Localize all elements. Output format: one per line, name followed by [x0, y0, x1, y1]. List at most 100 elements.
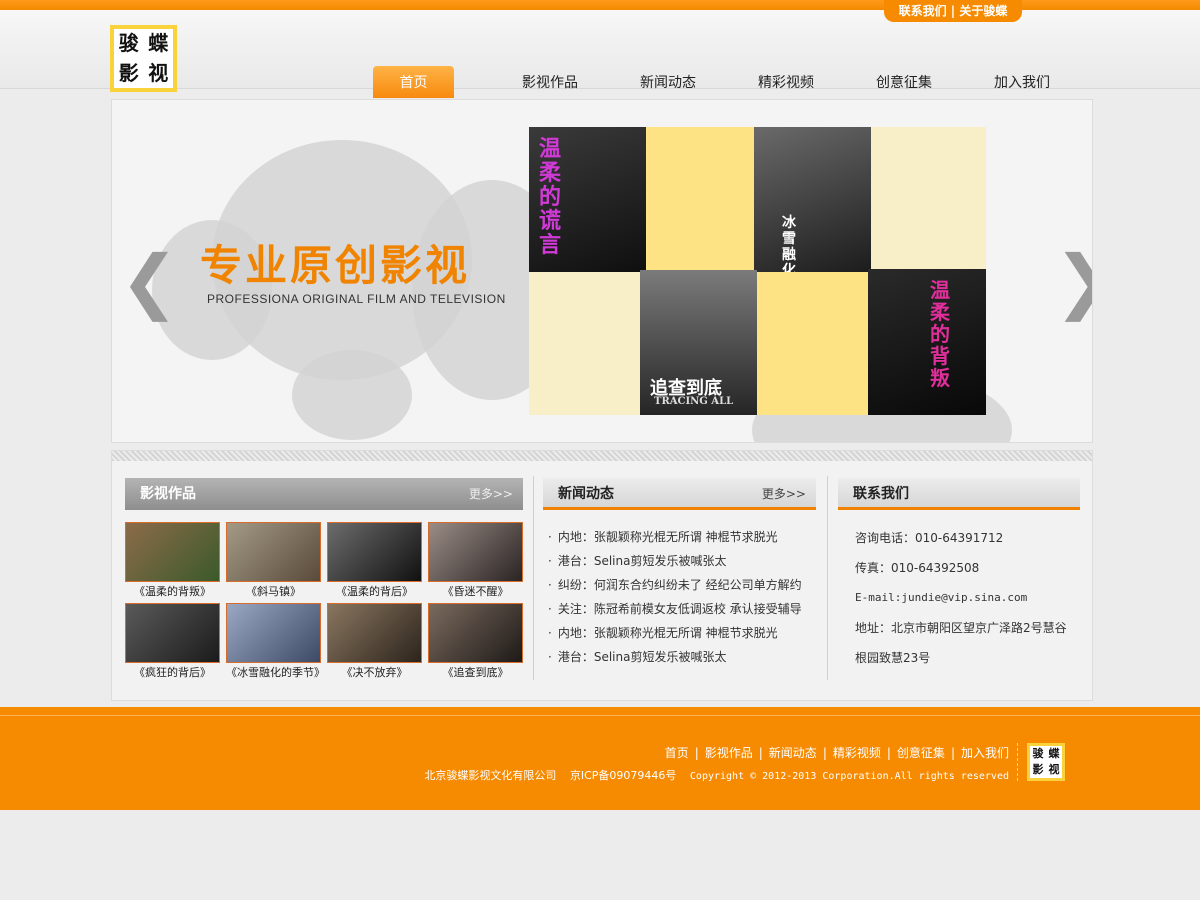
- footer-logo[interactable]: 骏 蝶 影 视: [1027, 743, 1065, 781]
- banner-subtitle: PROFESSIONA ORIGINAL FILM AND TELEVISION: [207, 292, 506, 306]
- news-more-link[interactable]: 更多>>: [762, 478, 806, 510]
- banner-tile: [757, 272, 868, 415]
- film-item[interactable]: 《温柔的背叛》: [125, 522, 220, 601]
- film-item[interactable]: 《疯狂的背后》: [125, 603, 220, 682]
- news-item-text: 纠纷：何润东合约纠纷未了 经纪公司单方解约: [557, 578, 802, 592]
- column-divider: [533, 476, 534, 680]
- banner-prev-arrow[interactable]: ❮: [120, 240, 179, 322]
- news-item[interactable]: · 港台：Selina剪短发乐被喊张太: [548, 645, 818, 669]
- banner-tile: [646, 127, 754, 272]
- contact-address: 地址：北京市朝阳区望京广泽路2号慧谷: [855, 621, 1067, 635]
- news-item-text: 内地：张靓颖称光棍无所谓 神棍节求脱光: [557, 530, 778, 544]
- news-item[interactable]: · 内地：张靓颖称光棍无所谓 神棍节求脱光: [548, 525, 818, 549]
- ink-splash: [292, 350, 412, 440]
- footer-logo-characters: 骏 蝶 影 视: [1030, 746, 1062, 778]
- bullet: ·: [548, 650, 552, 664]
- contact-us-link[interactable]: 联系我们: [899, 4, 947, 18]
- news-item[interactable]: · 关注：陈冠希前模女友低调返校 承认接受辅导: [548, 597, 818, 621]
- film-thumbnail: [226, 522, 321, 582]
- footer-link-news[interactable]: 新闻动态: [769, 746, 817, 760]
- decorative-stripe: [112, 451, 1092, 461]
- bullet: ·: [548, 602, 552, 616]
- footer-link-films[interactable]: 影视作品: [705, 746, 753, 760]
- footer-separator: |: [822, 746, 827, 760]
- news-item[interactable]: · 纠纷：何润东合约纠纷未了 经纪公司单方解约: [548, 573, 818, 597]
- film-caption: 《冰雪融化的季节》: [226, 666, 325, 679]
- contact-email[interactable]: E-mail:jundie@vip.sina.com: [855, 583, 1085, 613]
- contact-title: 联系我们: [853, 486, 909, 502]
- contact-phone: 咨询电话：010-64391712: [855, 531, 1004, 545]
- main-nav: 首页 影视作品 新闻动态 精彩视频 创意征集 加入我们: [373, 66, 1081, 98]
- logo-char: 影: [1032, 763, 1044, 776]
- film-caption: 《追查到底》: [442, 666, 509, 679]
- poster-image[interactable]: 温柔的背叛: [868, 269, 986, 415]
- top-links: 联系我们 | 关于骏蝶: [884, 0, 1022, 22]
- banner-next-arrow[interactable]: ❯: [1054, 240, 1092, 322]
- news-title: 新闻动态: [558, 486, 614, 502]
- bullet: ·: [548, 530, 552, 544]
- about-link[interactable]: 关于骏蝶: [959, 4, 1007, 18]
- hero-banner: ❮ ❯ 专业原创影视 PROFESSIONA ORIGINAL FILM AND…: [111, 99, 1093, 443]
- footer-link-join[interactable]: 加入我们: [961, 746, 1009, 760]
- film-caption: 《温柔的背叛》: [134, 585, 211, 598]
- logo-characters: 骏 蝶 影 视: [114, 29, 173, 88]
- poster-mosaic: 温柔的谎言 冰雪融化 追查到底 TRACING ALL 温柔的背叛: [529, 127, 986, 415]
- film-thumbnail: [428, 522, 523, 582]
- footer-separator: |: [694, 746, 699, 760]
- nav-join[interactable]: 加入我们: [963, 66, 1081, 98]
- film-thumbnail: [226, 603, 321, 663]
- film-item[interactable]: 《温柔的背后》: [327, 522, 422, 601]
- banner-tile: [529, 272, 640, 415]
- logo-char: 视: [148, 60, 169, 85]
- film-item[interactable]: 《决不放弃》: [327, 603, 422, 682]
- bullet: ·: [548, 626, 552, 640]
- header: 骏 蝶 影 视 首页 影视作品 新闻动态 精彩视频 创意征集 加入我们: [0, 10, 1200, 98]
- logo-char: 骏: [1032, 747, 1044, 760]
- films-more-link[interactable]: 更多>>: [469, 478, 513, 510]
- content-panel: 影视作品 更多>> 《温柔的背叛》 《斜马镇》 《温柔的背后》 《昏迷不醒》 《…: [111, 450, 1093, 701]
- company-name: 北京骏蝶影视文化有限公司: [424, 769, 557, 782]
- films-title: 影视作品: [140, 486, 196, 502]
- film-item[interactable]: 《斜马镇》: [226, 522, 321, 601]
- nav-films[interactable]: 影视作品: [491, 66, 609, 98]
- poster-title: 温柔的谎言: [539, 136, 562, 258]
- banner-title: 专业原创影视: [200, 241, 471, 290]
- site-logo[interactable]: 骏 蝶 影 视: [110, 25, 177, 92]
- footer-divider-line: [0, 715, 1200, 716]
- news-item-text: 港台：Selina剪短发乐被喊张太: [557, 650, 727, 664]
- news-item[interactable]: · 内地：张靓颖称光棍无所谓 神棍节求脱光: [548, 621, 818, 645]
- logo-char: 蝶: [1048, 747, 1060, 760]
- footer: 首页 | 影视作品 | 新闻动态 | 精彩视频 | 创意征集 | 加入我们 北京骏蝶影视文化有限公司…: [0, 707, 1200, 810]
- footer-link-videos[interactable]: 精彩视频: [833, 746, 881, 760]
- film-caption: 《温柔的背后》: [336, 585, 413, 598]
- footer-vertical-separator: [1017, 743, 1018, 781]
- film-item[interactable]: 《冰雪融化的季节》: [226, 603, 325, 682]
- film-item[interactable]: 《追查到底》: [428, 603, 523, 682]
- poster-subtitle: TRACING ALL: [654, 396, 734, 407]
- film-grid: 《温柔的背叛》 《斜马镇》 《温柔的背后》 《昏迷不醒》 《疯狂的背后》 《冰雪…: [125, 522, 523, 682]
- film-thumbnail: [327, 603, 422, 663]
- column-divider: [827, 476, 828, 680]
- news-item-text: 港台：Selina剪短发乐被喊张太: [557, 554, 727, 568]
- poster-image[interactable]: 温柔的谎言: [529, 127, 646, 272]
- film-thumbnail: [125, 522, 220, 582]
- bullet: ·: [548, 554, 552, 568]
- footer-copyright: 北京骏蝶影视文化有限公司 京ICP备09079446号 Copyright © …: [424, 767, 1009, 783]
- film-thumbnail: [327, 522, 422, 582]
- footer-link-ideas[interactable]: 创意征集: [897, 746, 945, 760]
- footer-link-home[interactable]: 首页: [665, 746, 689, 760]
- nav-ideas[interactable]: 创意征集: [845, 66, 963, 98]
- film-item[interactable]: 《昏迷不醒》: [428, 522, 523, 601]
- poster-title: 温柔的背叛: [930, 278, 950, 390]
- news-item[interactable]: · 港台：Selina剪短发乐被喊张太: [548, 549, 818, 573]
- logo-char: 视: [1048, 763, 1060, 776]
- nav-home[interactable]: 首页: [373, 66, 454, 98]
- film-caption: 《决不放弃》: [341, 666, 408, 679]
- poster-image[interactable]: 追查到底 TRACING ALL: [640, 270, 757, 415]
- nav-news[interactable]: 新闻动态: [609, 66, 727, 98]
- nav-videos[interactable]: 精彩视频: [727, 66, 845, 98]
- poster-image[interactable]: 冰雪融化: [754, 127, 871, 272]
- contact-fax: 传真：010-64392508: [855, 561, 980, 575]
- film-caption: 《昏迷不醒》: [442, 585, 509, 598]
- icp-number: 京ICP备09079446号: [569, 769, 677, 782]
